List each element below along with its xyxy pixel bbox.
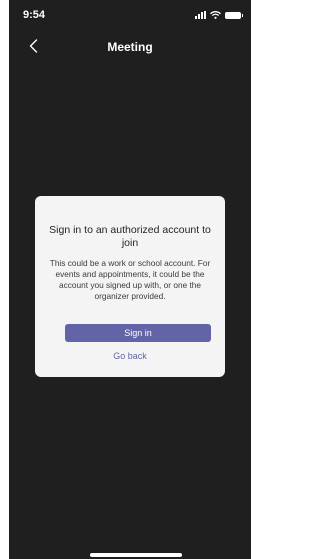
- home-indicator[interactable]: [90, 553, 182, 557]
- nav-bar: Meeting: [9, 28, 251, 66]
- sign-in-dialog: Sign in to an authorized account to join…: [35, 196, 225, 377]
- status-bar: 9:54: [9, 0, 251, 28]
- dialog-message: This could be a work or school account. …: [49, 258, 211, 301]
- battery-icon: [225, 11, 243, 19]
- go-back-button[interactable]: Go back: [35, 351, 225, 361]
- dialog-title: Sign in to an authorized account to join: [49, 224, 211, 249]
- page-title: Meeting: [107, 40, 153, 54]
- sign-in-button[interactable]: Sign in: [65, 324, 211, 342]
- signal-icon: [195, 11, 206, 19]
- status-icons: [195, 10, 243, 20]
- wifi-icon: [210, 11, 221, 19]
- status-time: 9:54: [23, 9, 46, 21]
- app-screen: 9:54 Meeting Sign in to an authorized ac: [9, 0, 251, 559]
